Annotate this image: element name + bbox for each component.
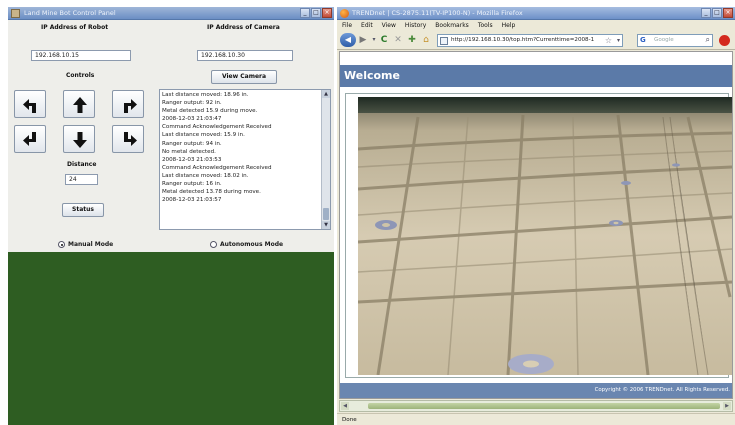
menu-bookmarks[interactable]: Bookmarks [435,22,469,29]
turn-right-button[interactable] [112,90,144,118]
browser-title: TRENDnet | CS-2875.11(TV-IP100-N) - Mozi… [352,9,523,17]
distance-field[interactable]: 24 [65,174,98,185]
arrow-up-icon [73,97,87,113]
horizontal-scrollbar[interactable]: ◀ ▶ [339,400,733,412]
scroll-up-arrow-icon[interactable]: ▲ [322,90,330,98]
log-line: Command Acknowledgement Received [162,124,272,131]
url-bar[interactable]: http://192.168.10.30/top.htm?Currenttime… [437,34,623,47]
forward-button[interactable] [63,90,95,118]
log-line: Metal detected 15.9 during move. [162,108,258,115]
arrow-down-icon [73,132,87,148]
log-line: 2008-12-03 21:03:47 [162,116,222,123]
control-panel-titlebar[interactable]: Land Mine Bot Control Panel _ □ × [8,7,334,20]
search-placeholder: Google [654,37,674,43]
app-icon [11,9,20,18]
log-line: Command Acknowledgement Received [162,164,272,171]
turn-left-button[interactable] [14,90,46,118]
url-dropdown-icon[interactable]: ▾ [617,37,620,44]
turn-right-icon [124,99,137,113]
manual-mode-radio[interactable]: Manual Mode [58,241,113,248]
maximize-button[interactable]: □ [712,8,722,18]
url-text: http://192.168.10.30/top.htm?Currenttime… [451,37,595,43]
log-lines: Last distance moved: 18.96 in. Ranger ou… [162,91,320,229]
menu-tools[interactable]: Tools [478,22,493,29]
addon-stop-icon[interactable] [719,35,730,46]
robot-ip-field[interactable]: 192.168.10.15 [31,50,131,61]
status-button[interactable]: Status [62,203,104,217]
horizontal-scroll-thumb[interactable] [368,403,720,409]
minimize-button[interactable]: _ [300,8,310,18]
log-line: Last distance moved: 15.9 in. [162,132,245,139]
search-icon[interactable]: ⌕ [706,35,710,45]
radio-unselected-icon [210,241,217,248]
copyright-text: Copyright © 2006 TRENDnet. All Rights Re… [594,387,730,393]
back-button[interactable]: ◀ [340,33,356,47]
scroll-thumb[interactable] [323,208,329,220]
close-button[interactable]: × [723,8,733,18]
search-bar[interactable]: G Google ⌕ [637,34,713,47]
page-content: Welcome Copyright © 2006 TRENDnet. All R… [339,51,733,399]
manual-mode-label: Manual Mode [68,241,114,248]
search-engine-icon[interactable]: G [640,36,651,46]
scroll-down-arrow-icon[interactable]: ▼ [322,221,330,229]
welcome-title: Welcome [344,69,400,82]
stop-icon[interactable]: ✕ [392,34,404,46]
status-bar: Done [337,413,735,425]
log-scrollbar[interactable]: ▲ ▼ [321,90,330,229]
reload-icon[interactable]: C [378,34,390,46]
distance-label: Distance [67,161,97,168]
back-left-icon [23,132,36,146]
page-footer: Copyright © 2006 TRENDnet. All Rights Re… [340,383,732,398]
menu-history[interactable]: History [405,22,426,29]
log-line: 2008-12-03 21:03:53 [162,156,222,163]
camera-ip-field[interactable]: 192.168.10.30 [197,50,293,61]
back-right-button[interactable] [112,125,144,153]
autonomous-mode-label: Autonomous Mode [220,241,284,248]
firefox-icon [340,9,349,18]
autonomous-mode-radio[interactable]: Autonomous Mode [210,241,283,248]
bookmark-add-icon[interactable]: ✚ [406,34,418,46]
status-text: Done [342,417,357,423]
minimize-button[interactable]: _ [701,8,711,18]
log-line: Last distance moved: 18.02 in. [162,172,249,179]
close-button[interactable]: × [322,8,332,18]
menu-edit[interactable]: Edit [361,22,373,29]
bookmark-star-icon[interactable]: ☆ [605,36,612,45]
robot-ip-label: IP Address of Robot [41,24,109,31]
control-panel-title: Land Mine Bot Control Panel [24,9,116,17]
browser-titlebar[interactable]: TRENDnet | CS-2875.11(TV-IP100-N) - Mozi… [337,7,735,20]
camera-feed-image [358,97,732,375]
menu-file[interactable]: File [342,22,352,29]
scroll-right-arrow-icon[interactable]: ▶ [723,402,731,410]
maximize-button[interactable]: □ [311,8,321,18]
log-line: No metal detected. [162,148,216,155]
back-right-icon [124,132,137,146]
log-textarea[interactable]: Last distance moved: 18.96 in. Ranger ou… [159,89,331,230]
menu-bar: File Edit View History Bookmarks Tools H… [337,20,735,31]
log-line: Ranger output: 92 in. [162,100,222,107]
menu-view[interactable]: View [382,22,396,29]
navigation-toolbar: ◀ ▶ ▾ C ✕ ✚ ⌂ http://192.168.10.30/top.h… [337,31,735,50]
camera-frame [345,93,732,378]
control-panel-window: Land Mine Bot Control Panel _ □ × IP Add… [8,7,334,425]
control-panel-body: IP Address of Robot 192.168.10.15 IP Add… [8,20,334,252]
radio-selected-icon [58,241,65,248]
log-line: Ranger output: 94 in. [162,140,222,147]
log-line: Metal detected 13.78 during move. [162,189,261,196]
home-icon[interactable]: ⌂ [420,34,432,46]
log-line: Ranger output: 16 in. [162,181,222,188]
reverse-button[interactable] [63,125,95,153]
camera-ip-label: IP Address of Camera [207,24,280,31]
log-line: Last distance moved: 18.96 in. [162,92,249,98]
scroll-left-arrow-icon[interactable]: ◀ [341,402,349,410]
controls-label: Controls [66,72,95,79]
menu-help[interactable]: Help [502,22,516,29]
page-icon [440,37,448,45]
log-line: 2008-12-03 21:03:57 [162,197,222,204]
browser-window: TRENDnet | CS-2875.11(TV-IP100-N) - Mozi… [337,7,735,425]
view-camera-button[interactable]: View Camera [211,70,277,84]
welcome-header: Welcome [340,65,732,87]
turn-left-icon [23,99,36,113]
back-left-button[interactable] [14,125,46,153]
